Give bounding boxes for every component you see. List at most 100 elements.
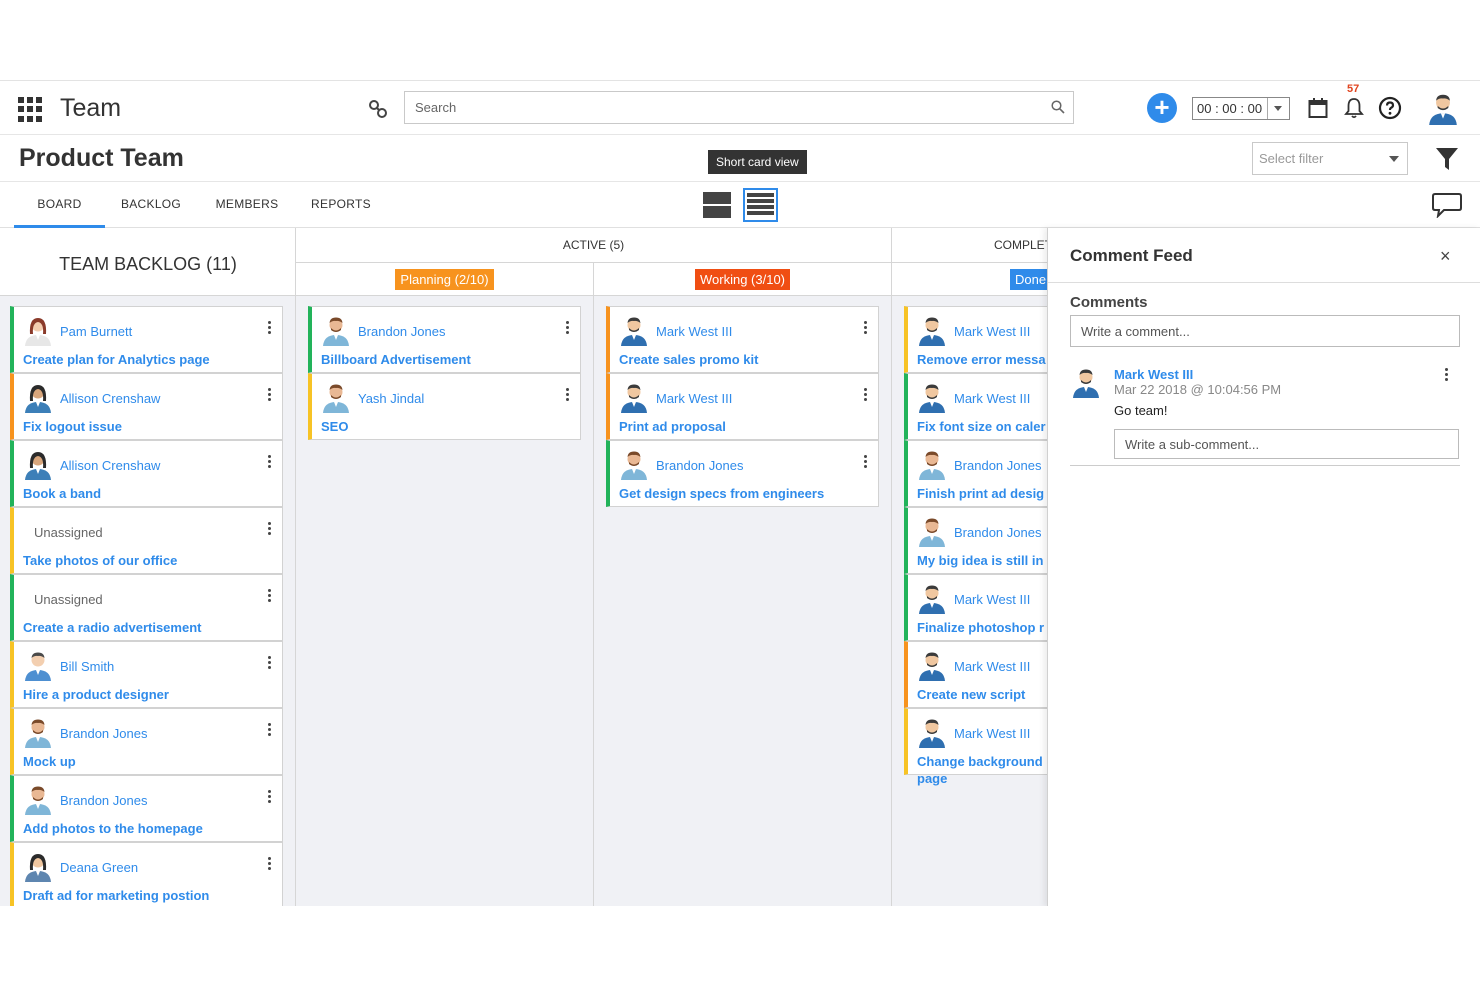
- card-title[interactable]: Print ad proposal: [619, 419, 726, 434]
- card-menu-icon[interactable]: [268, 321, 272, 335]
- card-menu-icon[interactable]: [268, 857, 272, 871]
- card-assignee[interactable]: Brandon Jones: [656, 458, 743, 473]
- card-title[interactable]: SEO: [321, 419, 348, 434]
- help-icon[interactable]: [1378, 96, 1402, 120]
- task-card[interactable]: Yash Jindal SEO: [308, 373, 581, 440]
- card-assignee[interactable]: Allison Crenshaw: [60, 391, 160, 406]
- card-title[interactable]: Draft ad for marketing postion: [23, 888, 209, 903]
- task-card[interactable]: Allison Crenshaw Book a band: [10, 440, 283, 507]
- card-title[interactable]: Create plan for Analytics page: [23, 352, 210, 367]
- card-title[interactable]: My big idea is still in: [917, 553, 1043, 568]
- active-lane-header: ACTIVE (5): [296, 228, 892, 263]
- card-assignee[interactable]: Pam Burnett: [60, 324, 132, 339]
- link-icon[interactable]: [368, 99, 388, 119]
- card-title[interactable]: Finish print ad desig: [917, 486, 1044, 501]
- tab-board[interactable]: BOARD: [14, 182, 105, 228]
- sub-comment-input[interactable]: [1114, 429, 1459, 459]
- task-card[interactable]: Mark West III Create sales promo kit: [606, 306, 879, 373]
- card-title[interactable]: Billboard Advertisement: [321, 352, 471, 367]
- card-assignee[interactable]: Brandon Jones: [954, 525, 1041, 540]
- card-title[interactable]: Book a band: [23, 486, 101, 501]
- card-title[interactable]: Fix font size on caler: [917, 419, 1046, 434]
- card-title[interactable]: Hire a product designer: [23, 687, 169, 702]
- card-assignee[interactable]: Brandon Jones: [60, 726, 147, 741]
- card-assignee[interactable]: Allison Crenshaw: [60, 458, 160, 473]
- filter-select[interactable]: Select filter: [1252, 142, 1408, 175]
- card-title-continued[interactable]: page: [917, 771, 947, 786]
- card-menu-icon[interactable]: [864, 388, 868, 402]
- card-assignee[interactable]: Mark West III: [954, 726, 1030, 741]
- task-card[interactable]: Brandon Jones Mock up: [10, 708, 283, 775]
- user-avatar[interactable]: [1426, 91, 1460, 130]
- assignee-avatar: [916, 515, 948, 547]
- card-title[interactable]: Change background: [917, 754, 1043, 769]
- task-card[interactable]: Mark West III Print ad proposal: [606, 373, 879, 440]
- tab-backlog[interactable]: BACKLOG: [110, 182, 192, 228]
- task-card[interactable]: Unassigned Create a radio advertisement: [10, 574, 283, 641]
- card-assignee[interactable]: Mark West III: [954, 659, 1030, 674]
- comment-feed-icon[interactable]: [1432, 192, 1462, 218]
- filter-icon[interactable]: [1435, 146, 1459, 172]
- card-menu-icon[interactable]: [268, 455, 272, 469]
- card-menu-icon[interactable]: [268, 388, 272, 402]
- card-assignee[interactable]: Brandon Jones: [60, 793, 147, 808]
- task-card[interactable]: Brandon Jones Billboard Advertisement: [308, 306, 581, 373]
- timer-widget[interactable]: 00 : 00 : 00: [1192, 97, 1290, 120]
- bell-icon[interactable]: [1344, 97, 1364, 119]
- task-card[interactable]: Unassigned Take photos of our office: [10, 507, 283, 574]
- card-title[interactable]: Create new script: [917, 687, 1025, 702]
- card-title[interactable]: Create a radio advertisement: [23, 620, 201, 635]
- calendar-icon[interactable]: [1308, 97, 1328, 119]
- card-assignee[interactable]: Yash Jindal: [358, 391, 424, 406]
- assignee-avatar: [618, 314, 650, 346]
- search-input[interactable]: [405, 92, 1025, 123]
- card-assignee[interactable]: Mark West III: [656, 324, 732, 339]
- card-title[interactable]: Remove error messa: [917, 352, 1046, 367]
- card-title[interactable]: Take photos of our office: [23, 553, 177, 568]
- comment-input[interactable]: [1070, 315, 1460, 347]
- card-title[interactable]: Add photos to the homepage: [23, 821, 203, 836]
- comment-menu-icon[interactable]: [1445, 368, 1448, 383]
- task-card[interactable]: Bill Smith Hire a product designer: [10, 641, 283, 708]
- close-icon[interactable]: ×: [1440, 246, 1451, 267]
- card-menu-icon[interactable]: [268, 656, 272, 670]
- card-menu-icon[interactable]: [566, 321, 570, 335]
- task-card[interactable]: Brandon Jones Add photos to the homepage: [10, 775, 283, 842]
- tab-members[interactable]: MEMBERS: [205, 182, 289, 228]
- full-card-view-icon[interactable]: [702, 190, 732, 220]
- card-menu-icon[interactable]: [864, 321, 868, 335]
- timer-dropdown-icon[interactable]: [1267, 98, 1289, 119]
- card-title[interactable]: Fix logout issue: [23, 419, 122, 434]
- card-assignee[interactable]: Brandon Jones: [954, 458, 1041, 473]
- apps-grid-icon[interactable]: [18, 97, 43, 122]
- card-menu-icon[interactable]: [268, 589, 272, 603]
- comment-author[interactable]: Mark West III: [1114, 367, 1193, 382]
- card-title[interactable]: Create sales promo kit: [619, 352, 758, 367]
- card-menu-icon[interactable]: [268, 522, 272, 536]
- card-assignee[interactable]: Deana Green: [60, 860, 138, 875]
- card-menu-icon[interactable]: [268, 790, 272, 804]
- card-assignee[interactable]: Mark West III: [656, 391, 732, 406]
- card-assignee[interactable]: Mark West III: [954, 592, 1030, 607]
- card-menu-icon[interactable]: [268, 723, 272, 737]
- card-assignee[interactable]: Brandon Jones: [358, 324, 445, 339]
- search-icon[interactable]: [1051, 100, 1065, 114]
- tab-reports[interactable]: REPORTS: [302, 182, 380, 228]
- card-menu-icon[interactable]: [566, 388, 570, 402]
- card-assignee[interactable]: Bill Smith: [60, 659, 114, 674]
- task-card[interactable]: Pam Burnett Create plan for Analytics pag…: [10, 306, 283, 373]
- add-button[interactable]: +: [1147, 93, 1177, 123]
- card-menu-icon[interactable]: [864, 455, 868, 469]
- task-card[interactable]: Deana Green Draft ad for marketing postio…: [10, 842, 283, 906]
- short-card-view-icon[interactable]: [743, 188, 778, 222]
- card-title[interactable]: Finalize photoshop r: [917, 620, 1044, 635]
- task-card[interactable]: Allison Crenshaw Fix logout issue: [10, 373, 283, 440]
- card-assignee[interactable]: Unassigned: [34, 525, 103, 540]
- card-assignee[interactable]: Mark West III: [954, 324, 1030, 339]
- task-card[interactable]: Brandon Jones Get design specs from engin…: [606, 440, 879, 507]
- card-title[interactable]: Mock up: [23, 754, 76, 769]
- card-title[interactable]: Get design specs from engineers: [619, 486, 824, 501]
- card-assignee[interactable]: Unassigned: [34, 592, 103, 607]
- short-card-view-tooltip: Short card view: [708, 150, 807, 174]
- card-assignee[interactable]: Mark West III: [954, 391, 1030, 406]
